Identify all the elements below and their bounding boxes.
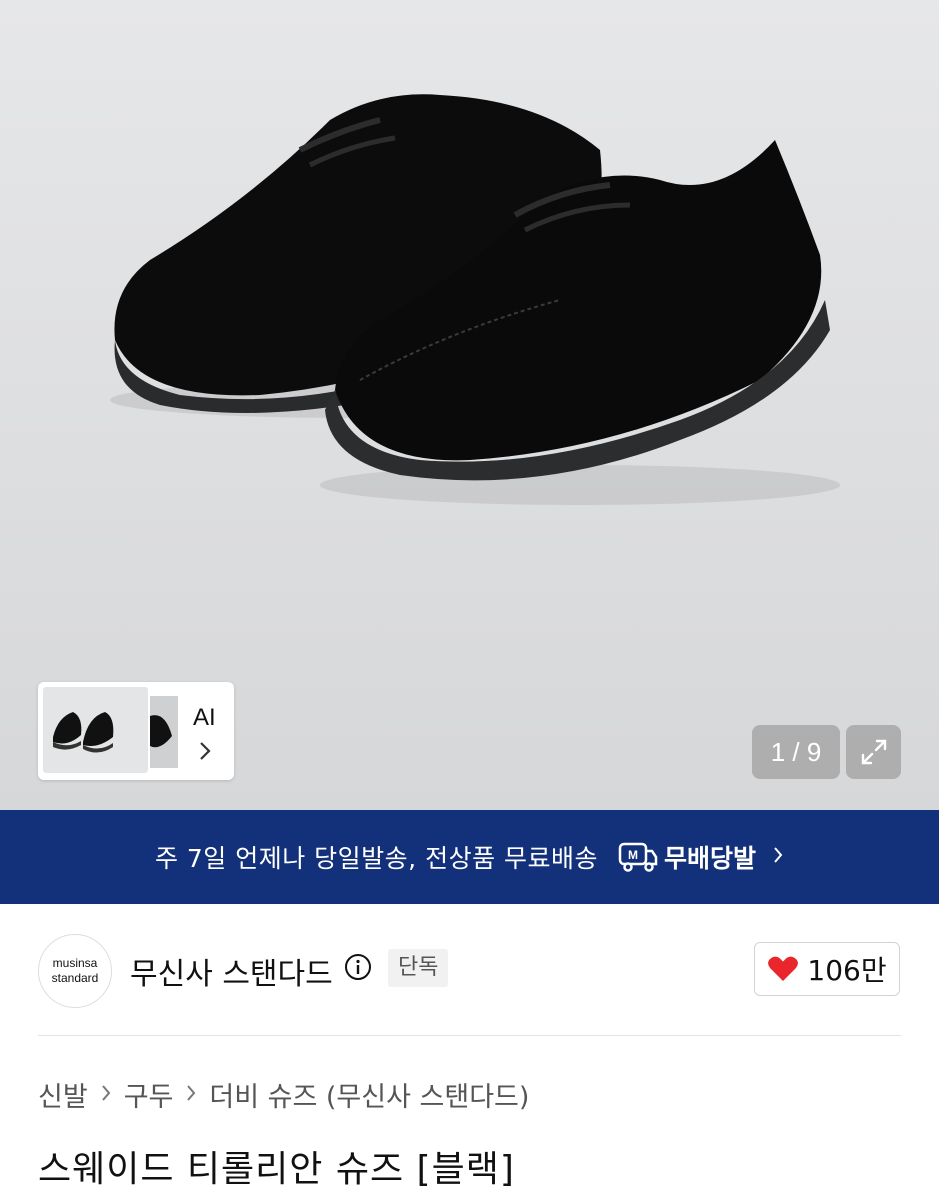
brand-logo[interactable]: musinsa standard (38, 934, 112, 1008)
thumbnail-image[interactable] (150, 696, 178, 768)
heart-icon (768, 956, 799, 981)
brand-row: musinsa standard 무신사 스탠다드 단독 106만 (0, 904, 939, 1034)
thumbnail-image[interactable] (43, 687, 148, 773)
banner-logo-text: 무배당발 (664, 844, 757, 873)
breadcrumb: 신발 구두 더비 슈즈 (무신사 스탠다드) (38, 1075, 529, 1114)
product-image-gallery[interactable]: AI 1 / 9 (0, 0, 939, 810)
banner-text: 주 7일 언제나 당일발송, 전상품 무료배송 (154, 844, 599, 873)
chevron-right-icon (198, 740, 212, 768)
exclusive-badge: 단독 (388, 949, 449, 987)
delivery-logo: M 무배당발 (618, 839, 756, 875)
info-icon[interactable] (344, 953, 372, 981)
breadcrumb-item[interactable]: 더비 슈즈 (무신사 스탠다드) (209, 1075, 529, 1114)
delivery-promo-banner[interactable]: 주 7일 언제나 당일발송, 전상품 무료배송 M 무배당발 (0, 810, 939, 904)
chevron-right-icon (772, 843, 784, 871)
brand-logo-line2: standard (51, 971, 99, 985)
brand-logo-line1: musinsa (52, 956, 98, 970)
chevron-right-icon (185, 1081, 197, 1109)
breadcrumb-item[interactable]: 구두 (124, 1075, 174, 1114)
truck-icon: M (618, 842, 658, 872)
like-button[interactable]: 106만 (754, 942, 900, 996)
product-title: 스웨이드 티롤리안 슈즈 [블랙] (38, 1149, 515, 1190)
ai-thumbnail-strip[interactable]: AI (38, 682, 234, 780)
like-count: 106만 (807, 954, 887, 987)
ai-label: AI (193, 704, 216, 731)
expand-button[interactable] (846, 725, 901, 779)
image-counter: 1 / 9 (752, 725, 840, 779)
truck-mark: M (628, 848, 638, 862)
brand-name-link[interactable]: 무신사 스탠다드 (130, 949, 333, 993)
chevron-right-icon (100, 1081, 112, 1109)
breadcrumb-item[interactable]: 신발 (38, 1075, 88, 1114)
divider (38, 1035, 901, 1036)
expand-icon (861, 739, 886, 765)
